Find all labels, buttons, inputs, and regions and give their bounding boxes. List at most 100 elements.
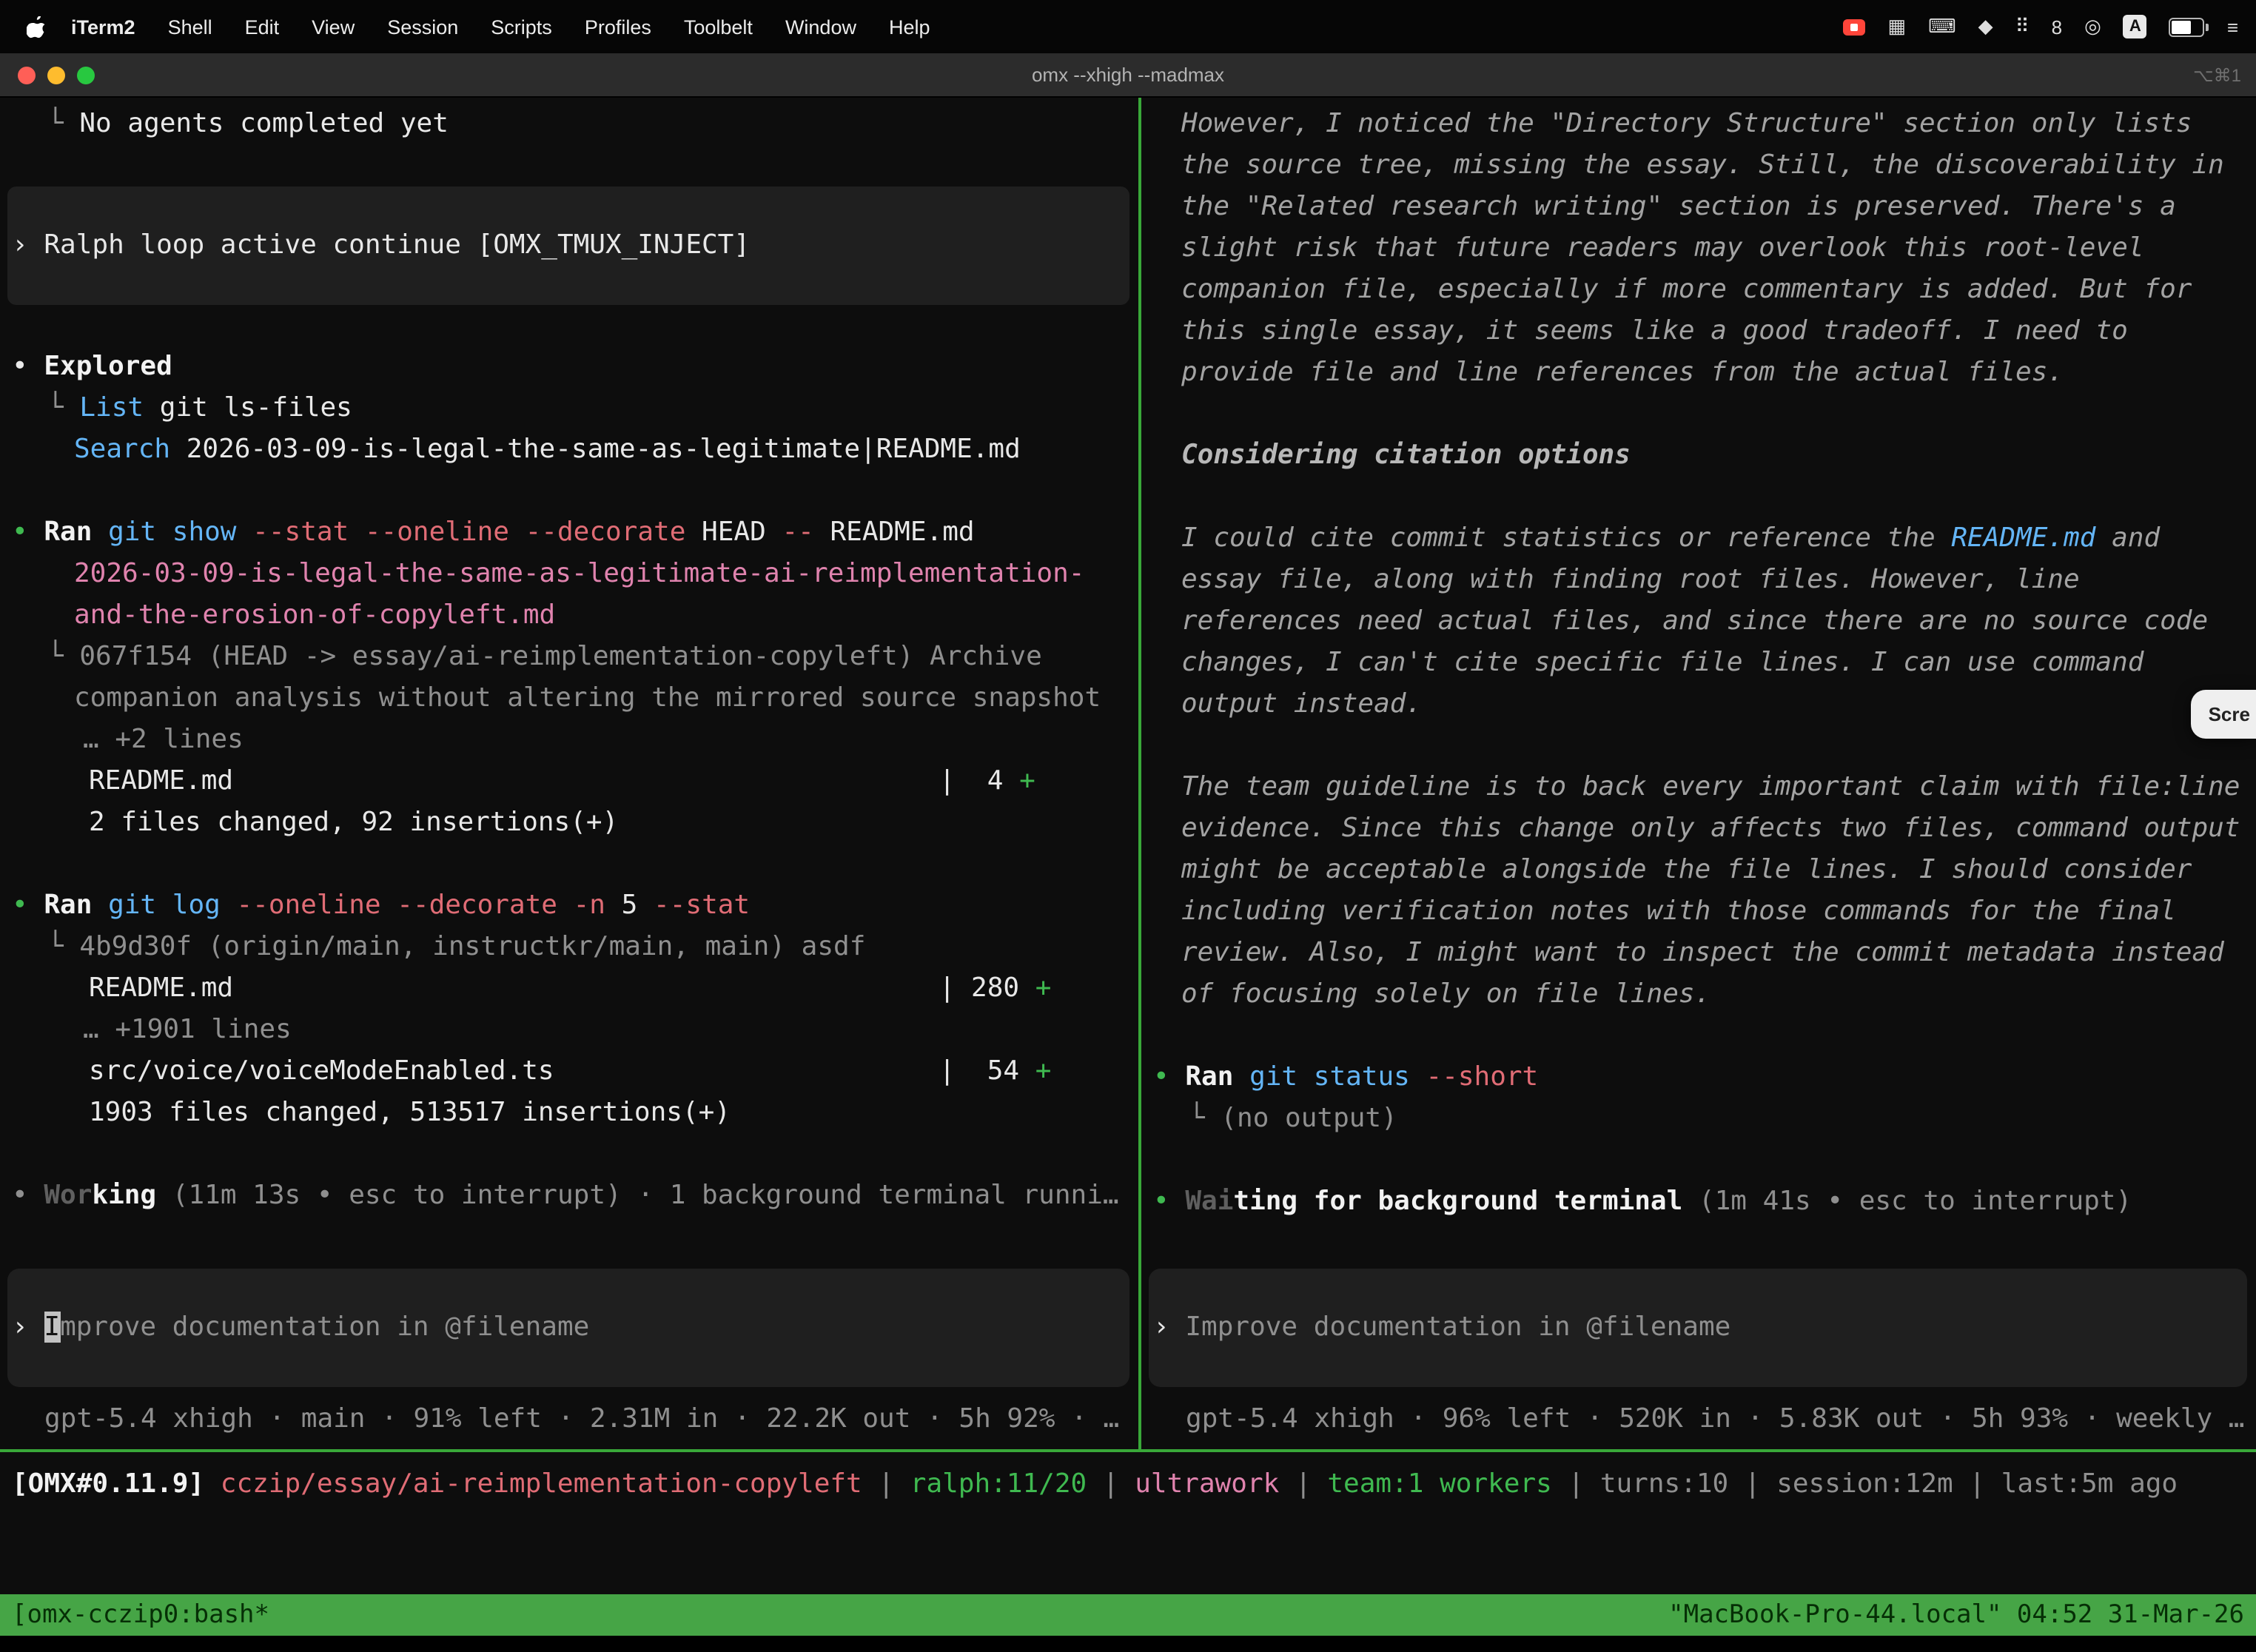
- terminal-line: src/voice/voiceModeEnabled.ts | 54 +: [89, 1051, 1138, 1092]
- screen: iTerm2 Shell Edit View Session Scripts P…: [0, 0, 2256, 1652]
- text-segment: Wai: [1185, 1186, 1233, 1217]
- left-prompt-input[interactable]: › Improve documentation in @filename: [7, 1269, 1129, 1387]
- menu-item-window[interactable]: Window: [769, 16, 873, 38]
- terminal-line: slight risk that future readers may over…: [1181, 228, 2256, 269]
- text-segment: review. Also, I might want to inspect th…: [1181, 937, 2224, 968]
- menu-item-help[interactable]: Help: [873, 16, 947, 38]
- menu-item-edit[interactable]: Edit: [229, 16, 296, 38]
- window-grid-icon[interactable]: ▦: [1887, 15, 1906, 38]
- menu-item-view[interactable]: View: [295, 16, 371, 38]
- text-segment: provide file and line references from th…: [1181, 357, 2064, 388]
- blank-line: [12, 305, 1138, 346]
- tmux-session-window[interactable]: [omx-cczip0:bash*: [12, 1594, 269, 1636]
- menu-item-toolbelt[interactable]: Toolbelt: [668, 16, 769, 38]
- camera-meter-icon[interactable]: ◎: [2084, 15, 2101, 38]
- terminal-line: evidence. Since this change only affects…: [1181, 808, 2256, 850]
- terminal-line: the source tree, missing the essay. Stil…: [1181, 145, 2256, 187]
- omx-status-segment: |: [862, 1468, 910, 1500]
- text-segment: HEAD: [685, 517, 782, 548]
- menu-item-session[interactable]: Session: [371, 16, 474, 38]
- battery-icon[interactable]: [2169, 17, 2205, 36]
- blank-line: [1153, 1140, 2256, 1181]
- terminal-line: essay file, along with finding root file…: [1181, 560, 2256, 601]
- input-text: Improve documentation in @filename: [1185, 1312, 1730, 1343]
- text-segment: changes, I can't cite specific file line…: [1181, 647, 2143, 678]
- blank-line: [12, 1134, 1138, 1175]
- text-segment: companion analysis without altering the …: [74, 682, 1101, 713]
- prompt-chevron: ›: [12, 1312, 44, 1343]
- text-segment: README.md | 280: [89, 973, 1035, 1004]
- terminal-line: references need actual files, and since …: [1181, 601, 2256, 642]
- left-model-status-line: gpt-5.4 xhigh · main · 91% left · 2.31M …: [0, 1387, 1138, 1449]
- zoom-button[interactable]: [77, 66, 95, 84]
- terminal-line: The team guideline is to back every impo…: [1181, 767, 2256, 808]
- close-button[interactable]: [18, 66, 36, 84]
- menu-status-icons: ▦ ⌨ ◆ ⠿ 8 ◎ A ≡: [1843, 15, 2238, 38]
- notification-sliver[interactable]: Scre: [2191, 690, 2256, 739]
- figure-eight-icon[interactable]: 8: [2052, 16, 2062, 38]
- text-segment: •: [12, 351, 44, 382]
- terminal-line: including verification notes with those …: [1181, 891, 2256, 933]
- text-segment: … +2 lines: [83, 724, 244, 755]
- omx-status-segment: |: [1087, 1468, 1135, 1500]
- terminal-line: 1903 files changed, 513517 insertions(+): [89, 1092, 1138, 1134]
- text-segment: List: [79, 392, 144, 423]
- terminal-line: └ (no output): [1189, 1098, 2256, 1140]
- minimize-button[interactable]: [47, 66, 65, 84]
- ralph-loop-banner: › Ralph loop active continue [OMX_TMUX_I…: [7, 187, 1129, 305]
- menu-item-profiles[interactable]: Profiles: [568, 16, 668, 38]
- text-segment: companion file, especially if more comme…: [1181, 274, 2192, 305]
- dots-grid-icon[interactable]: ⠿: [2015, 15, 2030, 38]
- text-segment: └: [47, 392, 79, 423]
- terminal-line: changes, I can't cite specific file line…: [1181, 642, 2256, 684]
- menu-bar: iTerm2 Shell Edit View Session Scripts P…: [0, 0, 2256, 53]
- text-segment: +: [1035, 1055, 1052, 1087]
- text-segment: └ 4b9d30f (origin/main, instructkr/main,…: [47, 931, 865, 962]
- right-model-status-line: gpt-5.4 xhigh · 96% left · 520K in · 5.8…: [1141, 1387, 2256, 1449]
- waiting-spinner-line: • Waiting for background terminal (1m 41…: [1153, 1181, 2256, 1223]
- input-source-badge[interactable]: A: [2124, 15, 2147, 38]
- text-segment: this single essay, it seems like a good …: [1181, 315, 2128, 346]
- text-segment: --oneline --decorate -n: [221, 890, 605, 921]
- text-segment: src/voice/voiceModeEnabled.ts | 54: [89, 1055, 1035, 1087]
- left-pane[interactable]: └ No agents completed yet› Ralph loop ac…: [0, 98, 1138, 1449]
- text-segment: I could cite commit statistics or refere…: [1181, 523, 1951, 554]
- terminal-line: └ List git ls-files: [47, 388, 1138, 429]
- terminal-line: 2026-03-09-is-legal-the-same-as-legitima…: [74, 554, 1138, 595]
- control-center-icon[interactable]: ≡: [2227, 16, 2238, 38]
- text-segment: Wor: [44, 1180, 92, 1211]
- window-title-bar[interactable]: omx --xhigh --madmax ⌥⌘1: [0, 53, 2256, 98]
- terminal-line: … +2 lines: [83, 719, 1138, 761]
- text-segment: However, I noticed the "Directory Struct…: [1181, 108, 2192, 139]
- omx-status-bar: [OMX#0.11.9] cczip/essay/ai-reimplementa…: [0, 1452, 2256, 1505]
- text-segment: the source tree, missing the essay. Stil…: [1181, 150, 2224, 181]
- omx-status-segment: ultrawork: [1135, 1468, 1279, 1500]
- left-pane-scrollback: └ No agents completed yet› Ralph loop ac…: [0, 98, 1138, 1224]
- keyboard-icon[interactable]: ⌨: [1928, 15, 1956, 38]
- terminal-line: └ 4b9d30f (origin/main, instructkr/main,…: [47, 927, 1138, 968]
- text-segment: king: [92, 1180, 156, 1211]
- blank-line: [1153, 477, 2256, 518]
- menu-item-iterm2[interactable]: iTerm2: [55, 16, 152, 38]
- text-segment: +: [1019, 765, 1035, 796]
- blank-line: [1153, 394, 2256, 435]
- text-segment: •: [1153, 1186, 1185, 1217]
- menu-item-scripts[interactable]: Scripts: [474, 16, 568, 38]
- terminal-line: and-the-erosion-of-copyleft.md: [74, 595, 1138, 637]
- text-segment: Search: [74, 434, 170, 465]
- text-segment: Ran: [1185, 1061, 1233, 1092]
- text-segment: including verification notes with those …: [1181, 896, 2176, 927]
- apple-menu-icon[interactable]: [27, 16, 46, 38]
- right-pane[interactable]: However, I noticed the "Directory Struct…: [1141, 98, 2256, 1449]
- screen-recording-stop-icon[interactable]: [1843, 19, 1865, 35]
- diamond-app-icon[interactable]: ◆: [1978, 15, 1993, 38]
- omx-status-segment: cczip/essay/ai-reimplementation-copyleft: [221, 1468, 862, 1500]
- right-prompt-input[interactable]: › Improve documentation in @filename: [1149, 1269, 2247, 1387]
- menu-item-shell[interactable]: Shell: [152, 16, 229, 38]
- text-segment: references need actual files, and since …: [1181, 605, 2208, 637]
- terminal-line: … +1901 lines: [83, 1010, 1138, 1051]
- text-segment: 5: [605, 890, 637, 921]
- blank-line: [12, 844, 1138, 885]
- text-segment: Ran: [44, 890, 92, 921]
- terminal-line: • Ran git status --short: [1153, 1057, 2256, 1098]
